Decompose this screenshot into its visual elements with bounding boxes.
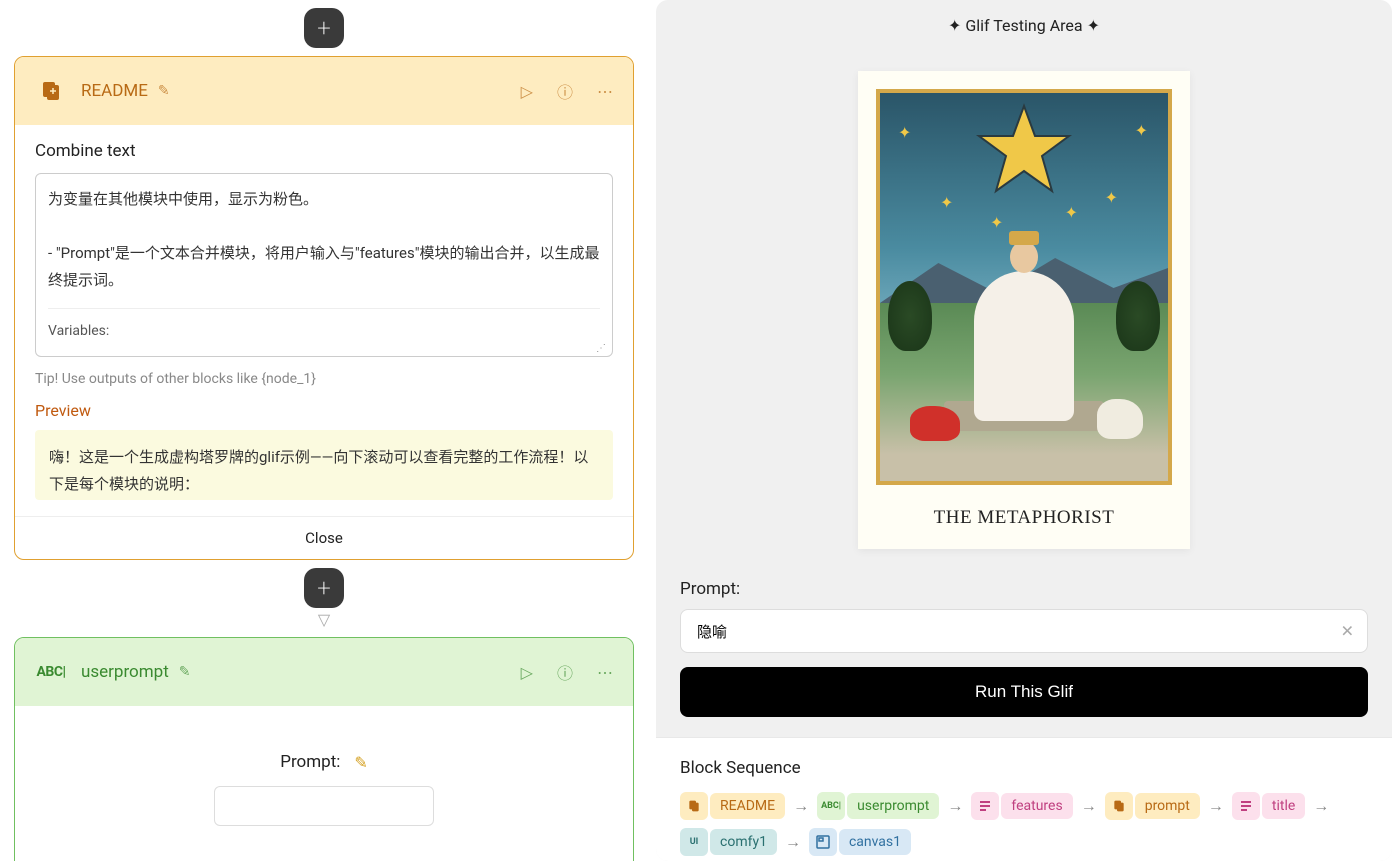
output-card-area: ✦ ✦ ✦ ✦ ✦ ✦ THE METAPHORIST <box>656 51 1392 569</box>
readme-header: README ✎ ▷ ⓘ ⋯ <box>15 57 633 125</box>
seq-chip-label: prompt <box>1135 793 1200 819</box>
play-icon[interactable]: ▷ <box>521 663 533 682</box>
clear-icon[interactable]: ✕ <box>1341 622 1354 641</box>
preview-box: 嗨！这是一个生成虚构塔罗牌的glif示例——向下滚动可以查看完整的工作流程！以下… <box>35 430 613 500</box>
info-icon[interactable]: ⓘ <box>557 79 573 103</box>
combine-textarea[interactable]: 为变量在其他模块中使用，显示为粉色。 - "Prompt"是一个文本合并模块，将… <box>35 173 613 357</box>
arrow-icon: → <box>947 796 963 816</box>
run-glif-button[interactable]: Run This Glif <box>680 667 1368 717</box>
play-icon[interactable]: ▷ <box>521 82 533 101</box>
info-icon[interactable]: ⓘ <box>557 660 573 684</box>
more-icon[interactable]: ⋯ <box>597 82 613 101</box>
seq-chip-label: title <box>1262 793 1305 819</box>
arrow-icon: → <box>1081 796 1097 816</box>
userprompt-block: ABC| userprompt ✎ ▷ ⓘ ⋯ Prompt: ✎ Close <box>14 637 634 861</box>
seq-chip-comfy1[interactable]: UIcomfy1 <box>680 828 777 856</box>
resize-handle-icon[interactable]: ⋰ <box>596 340 608 352</box>
tarot-card: ✦ ✦ ✦ ✦ ✦ ✦ THE METAPHORIST <box>858 71 1190 549</box>
edit-pencil-icon[interactable]: ✎ <box>354 753 367 772</box>
more-icon[interactable]: ⋯ <box>597 663 613 682</box>
add-block-button-top[interactable]: + <box>304 8 344 48</box>
seq-chip-canvas1[interactable]: canvas1 <box>809 828 911 856</box>
combine-text-label: Combine text <box>35 141 613 161</box>
doc-icon <box>35 75 67 107</box>
seq-chip-title[interactable]: title <box>1232 792 1305 820</box>
tarot-image: ✦ ✦ ✦ ✦ ✦ ✦ <box>876 89 1172 485</box>
connector-arrow-icon: ▽ <box>8 610 640 629</box>
edit-icon[interactable]: ✎ <box>158 83 170 99</box>
testing-area-header: ✦ Glif Testing Area ✦ <box>656 0 1392 51</box>
seq-chip-label: canvas1 <box>839 829 911 855</box>
userprompt-header: ABC| userprompt ✎ ▷ ⓘ ⋯ <box>15 638 633 706</box>
prompt-label: Prompt: <box>680 579 1368 599</box>
tip-text: Tip! Use outputs of other blocks like {n… <box>35 371 613 387</box>
canvas-icon <box>809 828 837 856</box>
arrow-icon: → <box>1208 796 1224 816</box>
block-sequence: README→ABC|userprompt→features→prompt→ti… <box>680 792 1368 856</box>
lines-icon <box>1232 792 1260 820</box>
seq-chip-features[interactable]: features <box>971 792 1072 820</box>
block-sequence-title: Block Sequence <box>680 758 1368 778</box>
prompt-input[interactable] <box>214 786 434 826</box>
ABC|-icon: ABC| <box>817 792 845 820</box>
prompt-input[interactable] <box>680 609 1368 653</box>
seq-chip-label: userprompt <box>847 793 939 819</box>
close-button[interactable]: Close <box>15 516 633 559</box>
preview-label: Preview <box>35 401 613 420</box>
seq-chip-label: features <box>1001 793 1072 819</box>
arrow-icon: → <box>785 832 801 852</box>
seq-chip-label: README <box>710 793 785 819</box>
userprompt-title: userprompt ✎ <box>81 662 507 682</box>
add-block-button-mid[interactable]: + <box>304 568 344 608</box>
readme-title: README ✎ <box>81 81 507 101</box>
variables-label: Variables: <box>48 308 600 344</box>
seq-chip-label: comfy1 <box>710 829 777 855</box>
text-input-icon: ABC| <box>35 656 67 688</box>
lines-icon <box>971 792 999 820</box>
seq-chip-userprompt[interactable]: ABC|userprompt <box>817 792 939 820</box>
UI-icon: UI <box>680 828 708 856</box>
arrow-icon: → <box>1313 796 1329 816</box>
seq-chip-README[interactable]: README <box>680 792 785 820</box>
doc-icon <box>1105 792 1133 820</box>
seq-chip-prompt[interactable]: prompt <box>1105 792 1200 820</box>
doc-icon <box>680 792 708 820</box>
card-title: THE METAPHORIST <box>876 507 1172 529</box>
star-icon <box>974 101 1074 201</box>
readme-block: README ✎ ▷ ⓘ ⋯ Combine text 为变量在其他模块中使用，… <box>14 56 634 560</box>
edit-icon[interactable]: ✎ <box>179 664 191 680</box>
arrow-icon: → <box>793 796 809 816</box>
prompt-label: Prompt: <box>280 752 340 772</box>
